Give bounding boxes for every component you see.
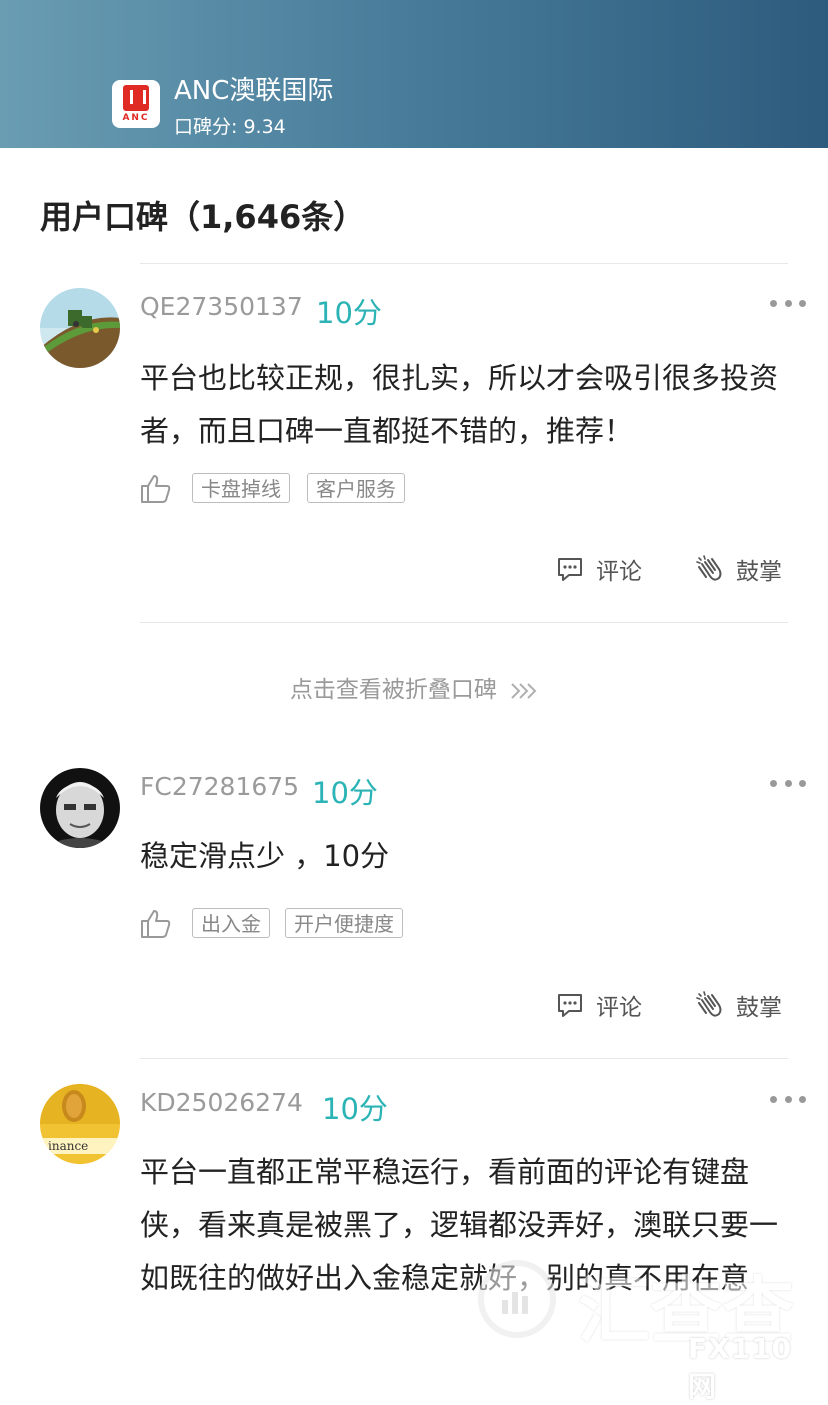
- thumbs-up-icon[interactable]: [140, 909, 172, 939]
- clap-icon: [696, 555, 722, 581]
- review-tag: 出入金: [192, 908, 270, 938]
- app-name: ANC澳联国际: [174, 76, 334, 106]
- folded-reviews-label: 点击查看被折叠口碑: [289, 677, 497, 703]
- comment-icon: [558, 558, 582, 581]
- review-tag: 卡盘掉线: [192, 473, 290, 503]
- applaud-button[interactable]: 鼓掌: [694, 552, 782, 586]
- review-tag: 客户服务: [307, 473, 405, 503]
- logo-text: ANC: [122, 113, 150, 123]
- review-content: 稳定滑点少 ，10分: [140, 839, 390, 873]
- divider: [140, 1058, 788, 1059]
- review-score: 10分: [322, 1092, 388, 1126]
- comment-label: 评论: [596, 995, 642, 1021]
- section-title: 用户口碑（1,646条）: [40, 198, 366, 236]
- more-options-icon[interactable]: [770, 298, 806, 308]
- review-content: 平台也比较正规，很扎实，所以才会吸引很多投资者，而且口碑一直都挺不错的，推荐！: [140, 361, 779, 448]
- applaud-label: 鼓掌: [736, 559, 782, 585]
- avatar[interactable]: [40, 288, 120, 368]
- divider: [140, 263, 788, 264]
- app-logo: ANC: [112, 80, 160, 128]
- comment-icon: [558, 994, 582, 1017]
- watermark-chart-icon: [478, 1260, 556, 1338]
- avatar[interactable]: inance: [40, 1084, 120, 1164]
- folded-reviews-link[interactable]: 点击查看被折叠口碑: [0, 670, 828, 704]
- more-options-icon[interactable]: [770, 778, 806, 788]
- applaud-button[interactable]: 鼓掌: [694, 988, 782, 1022]
- comment-label: 评论: [596, 559, 642, 585]
- username[interactable]: FC27281675: [140, 772, 299, 801]
- watermark-site: FX110网: [688, 1332, 793, 1403]
- username[interactable]: QE27350137: [140, 292, 303, 321]
- svg-text:inance: inance: [48, 1139, 88, 1153]
- review-score: 10分: [312, 776, 378, 810]
- app-header: ANC ANC澳联国际 口碑分: 9.34: [0, 0, 828, 148]
- app-score: 口碑分: 9.34: [174, 116, 286, 138]
- clap-icon: [696, 991, 722, 1017]
- review-score: 10分: [316, 296, 382, 330]
- comment-button[interactable]: 评论: [556, 552, 642, 586]
- watermark: 汇查查 FX110网: [478, 1252, 818, 1403]
- avatar[interactable]: [40, 768, 120, 848]
- username[interactable]: KD25026274: [140, 1088, 303, 1117]
- thumbs-up-icon[interactable]: [140, 474, 172, 504]
- logo-mark-icon: [123, 85, 149, 111]
- more-options-icon[interactable]: [770, 1094, 806, 1104]
- review-tag: 开户便捷度: [285, 908, 403, 938]
- applaud-label: 鼓掌: [736, 995, 782, 1021]
- double-chevron-right-icon: [511, 682, 537, 699]
- divider: [140, 622, 788, 623]
- comment-button[interactable]: 评论: [556, 988, 642, 1022]
